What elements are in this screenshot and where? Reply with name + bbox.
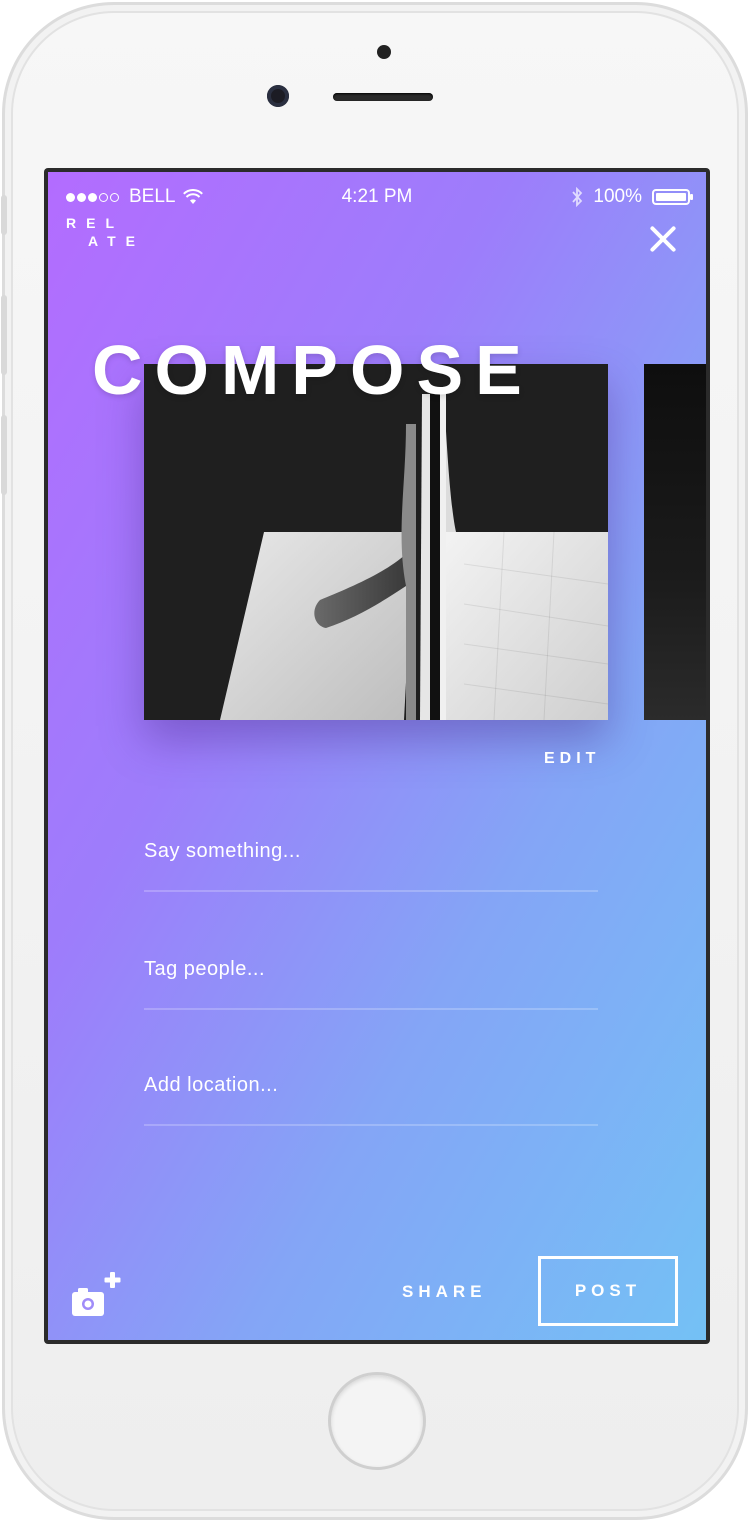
app-logo: REL ATE: [66, 214, 145, 250]
architecture-photo: [144, 364, 608, 720]
tag-people-field[interactable]: Tag people...: [144, 942, 598, 1010]
front-camera: [267, 85, 289, 107]
close-icon[interactable]: [648, 224, 678, 254]
home-button[interactable]: [328, 1372, 426, 1470]
bluetooth-icon: [572, 187, 583, 207]
proximity-sensor: [377, 45, 391, 59]
screen-bezel: BELL 4:21 PM 100% REL ATE COMPOSE EDIT S…: [44, 168, 710, 1344]
app-display: BELL 4:21 PM 100% REL ATE COMPOSE EDIT S…: [48, 172, 706, 1340]
selected-photo[interactable]: [144, 364, 608, 720]
earpiece-speaker: [333, 93, 433, 101]
caption-placeholder: Say something...: [144, 840, 301, 862]
battery-icon: [652, 189, 693, 205]
logo-line-2: ATE: [88, 233, 145, 249]
post-label: POST: [574, 1281, 642, 1300]
next-photo-thumbnail[interactable]: [644, 364, 706, 720]
volume-down-button: [1, 415, 7, 495]
status-bar: BELL 4:21 PM 100%: [48, 186, 706, 212]
caption-field[interactable]: Say something...: [144, 824, 598, 892]
edit-button[interactable]: EDIT: [544, 750, 600, 768]
location-field[interactable]: Add location...: [144, 1058, 598, 1126]
volume-up-button: [1, 295, 7, 375]
logo-line-1: REL: [66, 215, 124, 231]
tag-people-placeholder: Tag people...: [144, 958, 266, 980]
page-title: COMPOSE: [92, 331, 534, 409]
battery-percent: 100%: [593, 186, 642, 207]
camera-plus-icon[interactable]: [72, 1272, 122, 1320]
location-placeholder: Add location...: [144, 1074, 279, 1096]
post-button[interactable]: POST: [538, 1256, 678, 1326]
mute-switch: [1, 195, 7, 235]
share-button[interactable]: SHARE: [402, 1282, 487, 1302]
